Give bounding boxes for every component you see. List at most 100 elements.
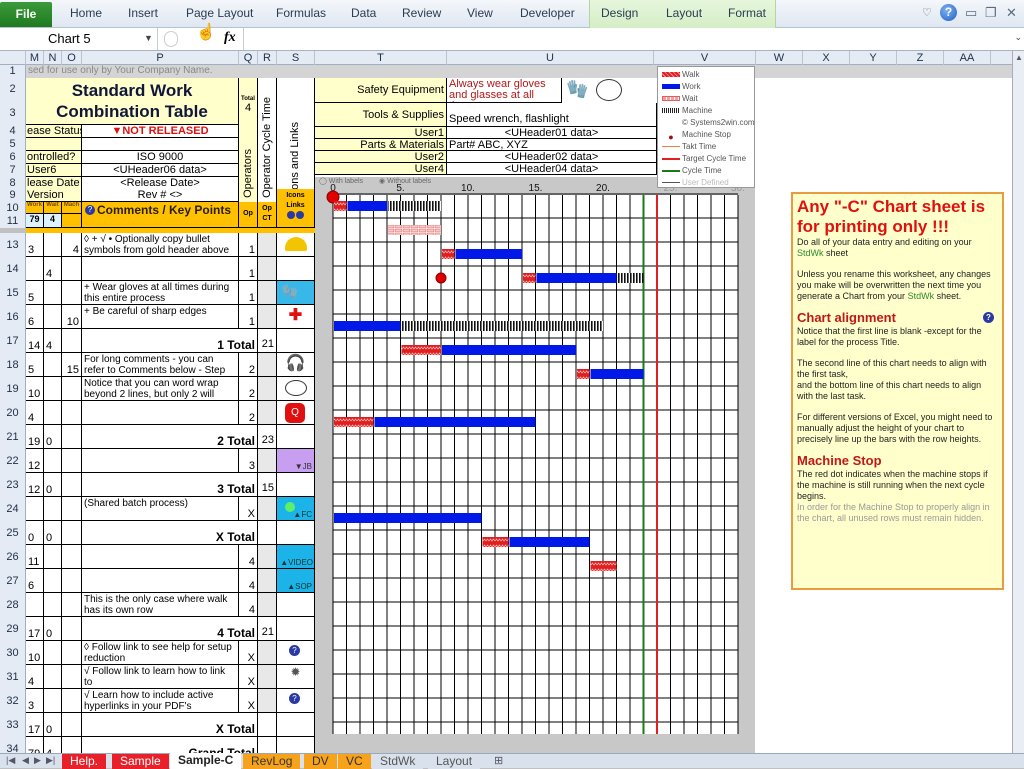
column-o[interactable]: O xyxy=(62,51,82,65)
quality-check-icon[interactable]: Q xyxy=(277,401,314,424)
restore-icon[interactable]: ❐ xyxy=(985,5,997,21)
machine-time[interactable]: 15 xyxy=(62,353,82,377)
work-time[interactable]: 10 xyxy=(26,377,44,401)
header-right-value[interactable]: <UHeader04 data> xyxy=(447,163,657,175)
machine-time[interactable] xyxy=(62,665,82,689)
work-time[interactable]: 3 xyxy=(26,689,44,713)
machine-time[interactable] xyxy=(62,713,82,737)
row-header[interactable]: 10 xyxy=(0,202,26,214)
tab-view[interactable]: View xyxy=(467,6,493,20)
row-header[interactable]: 15 xyxy=(0,281,26,305)
wait-time[interactable] xyxy=(44,689,62,713)
tab-layout[interactable]: Layout xyxy=(666,6,702,20)
row-header[interactable]: 29 xyxy=(0,617,26,641)
work-time[interactable]: 0 xyxy=(26,521,44,545)
header-right-value[interactable]: <UHeader01 data> xyxy=(447,127,657,139)
wait-time[interactable] xyxy=(44,401,62,425)
machine-time[interactable] xyxy=(62,329,82,353)
column-t[interactable]: T xyxy=(315,51,447,65)
insert-sheet-icon[interactable]: ⊞ xyxy=(494,754,503,767)
row-header[interactable]: 13 xyxy=(0,233,26,257)
icon-cell[interactable]: ▲SOP xyxy=(277,569,315,593)
sheet-tab-vc[interactable]: VC xyxy=(338,754,371,769)
row-header[interactable]: 31 xyxy=(0,665,26,689)
row-header[interactable]: 19 xyxy=(0,377,26,401)
icon-cell[interactable] xyxy=(277,329,315,353)
operator-number[interactable]: 1 xyxy=(239,233,258,257)
work-time[interactable]: 10 xyxy=(26,641,44,665)
video-link-icon[interactable]: ▲VIDEO xyxy=(277,545,314,568)
wait-time[interactable] xyxy=(44,281,62,305)
chart-area[interactable]: ◯ With labels ◉ Without labels 0 5. 10. 15.… xyxy=(315,177,755,753)
row-header[interactable]: 23 xyxy=(0,473,26,497)
work-time[interactable] xyxy=(26,593,44,617)
row-header[interactable]: 9 xyxy=(0,189,26,202)
machine-time[interactable] xyxy=(62,473,82,497)
tab-design[interactable]: Design xyxy=(601,6,638,20)
wait-time[interactable] xyxy=(44,353,62,377)
operator-number[interactable]: 2 xyxy=(239,353,258,377)
sheet-tab-revlog[interactable]: RevLog xyxy=(243,754,301,769)
row-header[interactable]: 4 xyxy=(0,125,26,138)
operator-number[interactable]: 2 xyxy=(239,401,258,425)
operator-number[interactable]: X xyxy=(239,641,258,665)
row-header[interactable]: 8 xyxy=(0,177,26,189)
chart-legend[interactable]: Walk Work Wait Machine © Systems2win.com ● Mac… xyxy=(657,66,755,188)
machine-time[interactable] xyxy=(62,401,82,425)
machine-time[interactable]: 4 xyxy=(62,233,82,257)
column-n[interactable]: N xyxy=(44,51,62,65)
comment-cell[interactable]: √ Learn how to include active hyperlinks… xyxy=(82,689,239,713)
wait-time[interactable]: 4 xyxy=(44,737,62,753)
comment-cell[interactable]: This is the only case where walk has its… xyxy=(82,593,239,617)
row-header[interactable]: 25 xyxy=(0,521,26,545)
column-z[interactable]: Z xyxy=(897,51,944,65)
comment-cell[interactable]: (Shared batch process) xyxy=(82,497,239,521)
help-icon[interactable]: ? xyxy=(940,4,957,21)
wait-time[interactable] xyxy=(44,377,62,401)
close-icon[interactable]: ✕ xyxy=(1006,5,1017,21)
tab-format[interactable]: Format xyxy=(728,6,766,20)
icon-cell[interactable]: ? xyxy=(277,641,315,665)
scroll-up-icon[interactable]: ▲ xyxy=(1015,53,1023,62)
operator-number[interactable]: 3 xyxy=(239,449,258,473)
comment-cell[interactable]: ◊ Follow link to see help for setup redu… xyxy=(82,641,239,665)
tab-review[interactable]: Review xyxy=(402,6,441,20)
machine-time[interactable] xyxy=(62,545,82,569)
wait-time[interactable] xyxy=(44,497,62,521)
machine-time[interactable] xyxy=(62,737,82,753)
row-header[interactable]: 5 xyxy=(0,138,26,151)
comment-cell[interactable] xyxy=(82,545,239,569)
work-time[interactable]: 5 xyxy=(26,281,44,305)
formula-input[interactable] xyxy=(243,28,1003,50)
tab-data[interactable]: Data xyxy=(351,6,376,20)
wait-time[interactable] xyxy=(44,305,62,329)
row-header[interactable]: 22 xyxy=(0,449,26,473)
sheet-tab-sample-c[interactable]: Sample-C xyxy=(170,753,242,769)
sop-link-icon[interactable]: ▲SOP xyxy=(277,569,314,592)
operator-number[interactable]: 4 xyxy=(239,569,258,593)
gloves-icon[interactable]: 🧤 xyxy=(277,281,314,304)
wait-time[interactable] xyxy=(44,641,62,665)
icon-cell[interactable]: 🎧 xyxy=(277,353,315,377)
sheet-tab-layout[interactable]: Layout xyxy=(428,754,481,769)
icon-cell[interactable] xyxy=(277,233,315,257)
operator-number[interactable]: X xyxy=(239,497,258,521)
tab-formulas[interactable]: Formulas xyxy=(276,6,326,20)
column-x[interactable]: X xyxy=(803,51,850,65)
name-box[interactable]: Chart 5 xyxy=(0,28,158,50)
operator-number[interactable]: 4 xyxy=(239,593,258,617)
work-time[interactable]: 4 xyxy=(26,665,44,689)
operator-number[interactable]: 1 xyxy=(239,305,258,329)
row-header[interactable]: 14 xyxy=(0,257,26,281)
operator-number[interactable]: 2 xyxy=(239,377,258,401)
work-time[interactable]: 6 xyxy=(26,305,44,329)
column-aa[interactable]: AA xyxy=(944,51,991,65)
safety-equipment-value[interactable]: Always wear gloves and glasses at all ti… xyxy=(447,78,562,103)
comment-cell[interactable]: Notice that you can word wrap beyond 2 l… xyxy=(82,377,239,401)
row-header[interactable]: 2 xyxy=(0,78,26,101)
work-time[interactable]: 12 xyxy=(26,473,44,497)
comment-cell[interactable]: + Be careful of sharp edges xyxy=(82,305,239,329)
work-time[interactable]: 14 xyxy=(26,329,44,353)
wait-time[interactable] xyxy=(44,569,62,593)
row-header[interactable]: 32 xyxy=(0,689,26,713)
